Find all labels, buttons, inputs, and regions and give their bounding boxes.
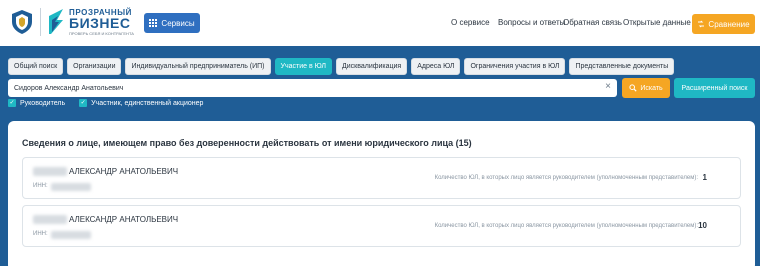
- compare-label: Сравнение: [708, 19, 750, 29]
- result-card[interactable]: АЛЕКСАНДР АНАТОЛЬЕВИЧ ИНН: Количество ЮЛ…: [22, 157, 741, 199]
- search-tabs: Общий поиск Организации Индивидуальный п…: [8, 58, 675, 75]
- result-card[interactable]: АЛЕКСАНДР АНАТОЛЬЕВИЧ ИНН: Количество ЮЛ…: [22, 205, 741, 247]
- tab-participation-restrictions[interactable]: Ограничения участия в ЮЛ: [464, 58, 566, 75]
- search-icon: [629, 84, 637, 92]
- checkbox-checked-icon[interactable]: ✓: [8, 99, 16, 107]
- inn-label: ИНН:: [33, 183, 48, 189]
- nav-link-about[interactable]: О сервисе: [451, 18, 490, 27]
- nav-link-open-data[interactable]: Открытые данные: [623, 18, 691, 27]
- filter-participant-label: Участник, единственный акционер: [91, 99, 204, 107]
- clear-icon[interactable]: ×: [605, 82, 611, 92]
- redacted-inn: [51, 183, 91, 191]
- tab-legal-entity-addresses[interactable]: Адреса ЮЛ: [411, 58, 461, 75]
- count-value: 10: [698, 221, 707, 230]
- top-header: ПРОЗРАЧНЫЙ БИЗНЕС ПРОВЕРЬ СЕБЯ И КОНТРАГ…: [0, 0, 760, 46]
- person-name[interactable]: АЛЕКСАНДР АНАТОЛЬЕВИЧ: [69, 215, 178, 224]
- search-input[interactable]: Сидоров Александр Анатольевич ×: [8, 79, 617, 97]
- count-label: Количество ЮЛ, в которых лицо является р…: [434, 175, 698, 181]
- tab-submitted-documents[interactable]: Представленные документы: [569, 58, 675, 75]
- compare-icon: [698, 20, 705, 28]
- filter-director[interactable]: ✓ Руководитель: [8, 99, 65, 107]
- count-label: Количество ЮЛ, в которых лицо является р…: [434, 223, 698, 229]
- checkbox-checked-icon[interactable]: ✓: [79, 99, 88, 107]
- redacted-surname: [33, 167, 67, 176]
- tab-organizations[interactable]: Организации: [67, 58, 122, 75]
- logo-tagline: ПРОВЕРЬ СЕБЯ И КОНТРАГЕНТА: [69, 31, 134, 36]
- filter-participant[interactable]: ✓ Участник, единственный акционер: [79, 99, 203, 107]
- tab-individual-entrepreneur[interactable]: Индивидуальный предприниматель (ИП): [125, 58, 271, 75]
- nav-link-faq[interactable]: Вопросы и ответы: [498, 18, 565, 27]
- compare-button[interactable]: Сравнение: [692, 14, 755, 34]
- nav-link-feedback[interactable]: Обратная связь: [563, 18, 622, 27]
- search-button[interactable]: Искать: [622, 78, 670, 98]
- redacted-surname: [33, 215, 67, 224]
- count-value: 1: [702, 173, 707, 182]
- grid-icon: [149, 19, 158, 27]
- logo-divider: [40, 8, 41, 36]
- fns-emblem-icon[interactable]: [10, 9, 34, 35]
- search-button-label: Искать: [640, 84, 663, 92]
- results-panel: Сведения о лице, имеющем право без довер…: [8, 121, 755, 266]
- advanced-search-button[interactable]: Расширенный поиск: [674, 78, 755, 98]
- logo-title-main: БИЗНЕС: [69, 15, 131, 31]
- transparent-business-logo-icon[interactable]: [46, 6, 66, 36]
- tab-disqualification[interactable]: Дисквалификация: [335, 58, 408, 75]
- services-button[interactable]: Сервисы: [144, 13, 200, 33]
- tab-general-search[interactable]: Общий поиск: [8, 58, 64, 75]
- results-title: Сведения о лице, имеющем право без довер…: [22, 138, 472, 148]
- redacted-inn: [51, 231, 91, 239]
- person-name[interactable]: АЛЕКСАНДР АНАТОЛЬЕВИЧ: [69, 167, 178, 176]
- inn-label: ИНН:: [33, 231, 48, 237]
- search-input-value: Сидоров Александр Анатольевич: [14, 84, 124, 92]
- filter-checkboxes: ✓ Руководитель ✓ Участник, единственный …: [8, 99, 203, 107]
- tab-participation-in-legal-entity[interactable]: Участие в ЮЛ: [274, 58, 332, 75]
- filter-director-label: Руководитель: [20, 99, 66, 107]
- services-label: Сервисы: [161, 18, 195, 28]
